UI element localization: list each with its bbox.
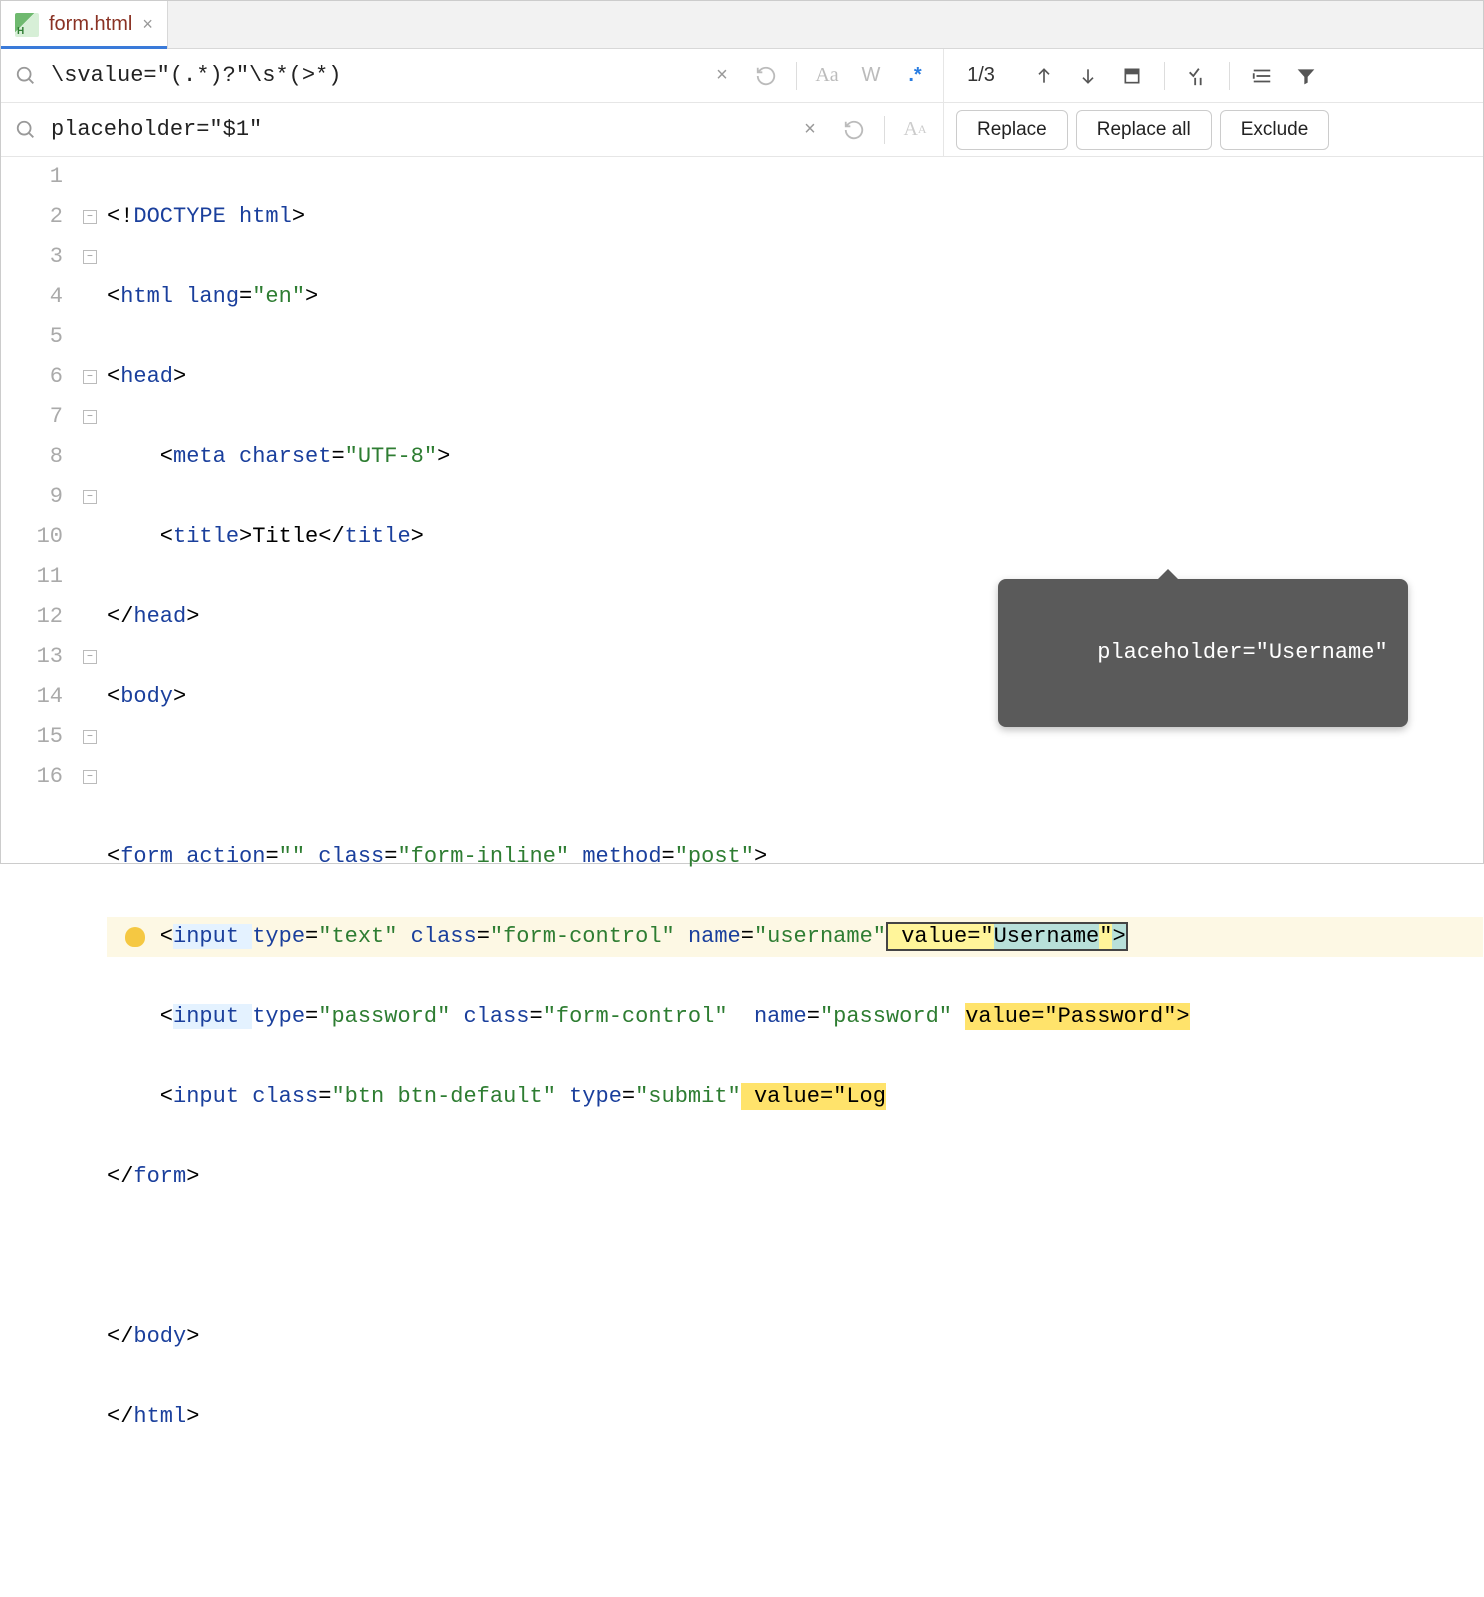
fold-gutter: − − − − − − − − [81,157,103,863]
fold-icon[interactable]: − [83,370,97,384]
find-bar: × Aa W .* 1/3 [1,49,1483,103]
replace-history-icon[interactable] [834,110,874,150]
replace-search-icon [1,119,51,141]
file-tab[interactable]: form.html × [1,1,168,48]
replace-preview-tooltip: placeholder="Username" [998,579,1408,727]
filter-icon[interactable] [1288,58,1324,94]
match-case-toggle[interactable]: Aa [807,56,847,96]
fold-icon[interactable]: − [83,650,97,664]
clear-find-icon[interactable]: × [702,56,742,96]
code-editor[interactable]: 1 2 3 4 5 6 7 8 9 10 11 12 13 14 15 16 −… [1,157,1483,863]
clear-replace-icon[interactable]: × [790,110,830,150]
new-window-icon[interactable] [1114,58,1150,94]
search-match: value="Log [741,1083,886,1110]
fold-icon[interactable]: − [83,250,97,264]
match-count: 1/3 [956,64,1006,87]
exclude-button[interactable]: Exclude [1220,110,1330,150]
find-right-panel: 1/3 [943,49,1483,102]
search-match-selected: value="Username"> [886,922,1128,951]
history-icon[interactable] [746,56,786,96]
close-icon[interactable]: × [142,14,153,35]
intention-bulb-icon[interactable] [125,927,145,947]
replace-input[interactable] [51,103,790,156]
replace-all-button[interactable]: Replace all [1076,110,1212,150]
replace-button[interactable]: Replace [956,110,1068,150]
fold-icon[interactable]: − [83,210,97,224]
prev-match-icon[interactable] [1026,58,1062,94]
settings-icon[interactable] [1244,58,1280,94]
fold-icon[interactable]: − [83,730,97,744]
select-all-icon[interactable] [1179,58,1215,94]
replace-right-panel: Replace Replace all Exclude [943,103,1483,156]
active-tab-indicator [1,46,167,49]
next-match-icon[interactable] [1070,58,1106,94]
tab-filename: form.html [49,13,132,36]
fold-icon[interactable]: − [83,410,97,424]
line-number-gutter: 1 2 3 4 5 6 7 8 9 10 11 12 13 14 15 16 [1,157,81,863]
fold-icon[interactable]: − [83,490,97,504]
fold-icon[interactable]: − [83,770,97,784]
replace-bar: × AA Replace Replace all Exclude [1,103,1483,157]
find-input[interactable] [51,49,702,102]
search-match: value="Password"> [965,1003,1189,1030]
regex-toggle[interactable]: .* [895,56,935,96]
html-file-icon [15,13,39,37]
preserve-case-icon[interactable]: AA [895,110,935,150]
match-words-toggle[interactable]: W [851,56,891,96]
search-icon [1,65,51,87]
tab-bar: form.html × [1,1,1483,49]
code-area[interactable]: <!DOCTYPE html> <html lang="en"> <head> … [103,157,1483,863]
